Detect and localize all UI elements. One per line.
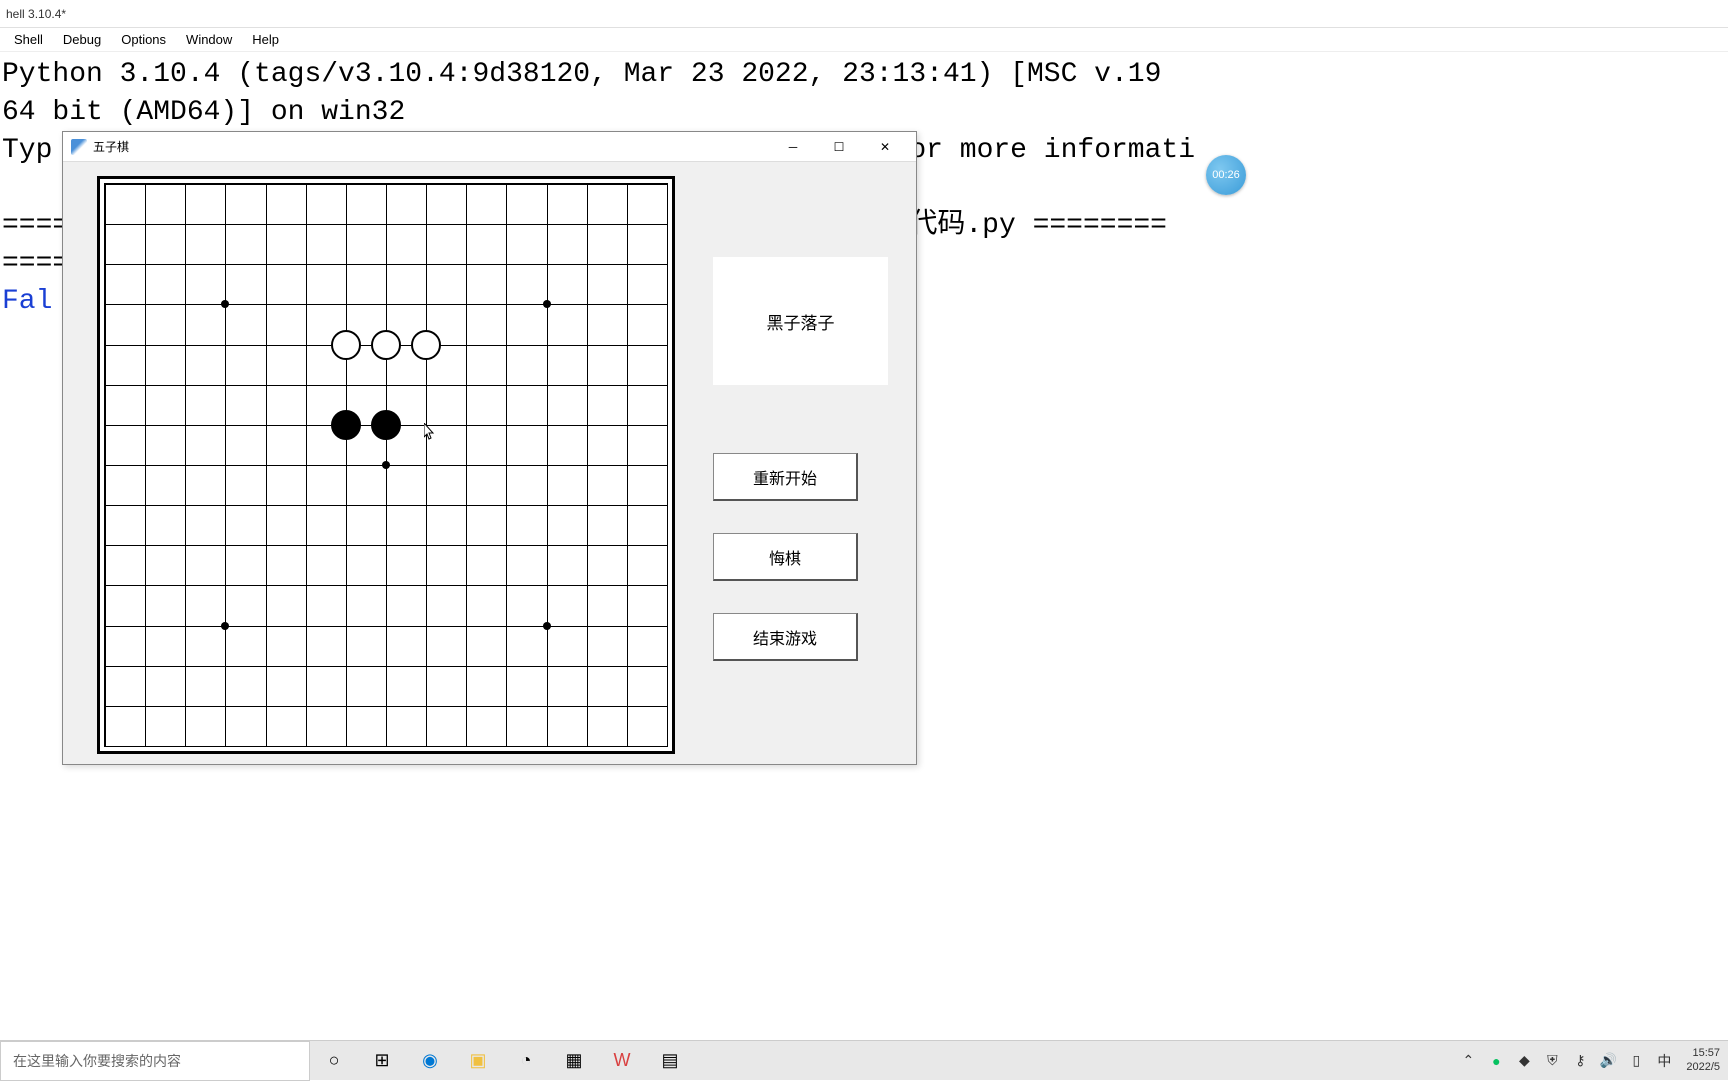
close-button[interactable]: ✕ [862, 132, 908, 162]
end-game-button[interactable]: 结束游戏 [713, 613, 858, 661]
game-body: 黑子落子 重新开始 悔棋 结束游戏 [63, 162, 916, 764]
menu-debug[interactable]: Debug [53, 32, 111, 47]
grid-line-h [105, 626, 667, 627]
menu-help[interactable]: Help [242, 32, 289, 47]
idle-line7: Fal [2, 286, 52, 317]
wps-icon[interactable]: W [598, 1041, 646, 1081]
turn-status-text: 黑子落子 [767, 309, 835, 334]
turn-status-box: 黑子落子 [713, 257, 888, 385]
cortana-icon[interactable]: ○ [310, 1041, 358, 1081]
taskbar-search-input[interactable]: 在这里输入你要搜索的内容 [0, 1041, 310, 1081]
tray-volume-icon[interactable]: 🔊 [1597, 1050, 1619, 1072]
idle-line3a: Typ [2, 135, 52, 166]
menu-shell[interactable]: Shell [4, 32, 53, 47]
window-controls: ─ ☐ ✕ [770, 132, 908, 162]
timer-badge: 00:26 [1206, 155, 1246, 195]
grid-line-h [105, 706, 667, 707]
grid-line-h [105, 746, 667, 747]
game-titlebar[interactable]: 五子棋 ─ ☐ ✕ [63, 132, 916, 162]
timer-text: 00:26 [1212, 169, 1240, 181]
grid-line-v [587, 184, 588, 746]
tray-wechat-icon[interactable]: ● [1485, 1050, 1507, 1072]
side-panel: 黑子落子 重新开始 悔棋 结束游戏 [713, 257, 888, 693]
task-view-icon[interactable]: ⊞ [358, 1041, 406, 1081]
star-point [382, 461, 390, 469]
grid-line-v [627, 184, 628, 746]
grid-line-h [105, 585, 667, 586]
tray-ime-icon[interactable]: 中 [1653, 1050, 1675, 1072]
grid-line-h [105, 505, 667, 506]
idle-titlebar: hell 3.10.4* [0, 0, 1728, 28]
tk-feather-icon [71, 139, 87, 155]
grid-line-v [547, 184, 548, 746]
black-stone [331, 410, 361, 440]
star-point [543, 622, 551, 630]
white-stone [411, 330, 441, 360]
black-stone [371, 410, 401, 440]
edge-icon[interactable]: ◉ [406, 1041, 454, 1081]
tray-clock[interactable]: 15:57 2022/5 [1686, 1047, 1720, 1073]
grid-line-v [426, 184, 427, 746]
idle-line6: ==== [2, 248, 69, 279]
tray-date: 2022/5 [1686, 1061, 1720, 1074]
star-point [221, 300, 229, 308]
search-placeholder: 在这里输入你要搜索的内容 [13, 1051, 181, 1071]
restart-button[interactable]: 重新开始 [713, 453, 858, 501]
taskbar: 在这里输入你要搜索的内容 ○ ⊞ ◉ ▣ ◔ ▦ W ▤ ⌃ ● ◆ ⛨ ⚷ 🔊… [0, 1040, 1728, 1080]
idle-line1: Python 3.10.4 (tags/v3.10.4:9d38120, Mar… [2, 59, 1161, 90]
minimize-button[interactable]: ─ [770, 132, 816, 162]
system-tray: ⌃ ● ◆ ⛨ ⚷ 🔊 ▯ 中 15:57 2022/5 [1454, 1047, 1728, 1073]
chrome-icon[interactable]: ◔ [502, 1041, 550, 1081]
star-point [543, 300, 551, 308]
tray-app-icon[interactable]: ◆ [1513, 1050, 1535, 1072]
gomoku-window: 五子棋 ─ ☐ ✕ 黑子落子 重新开始 悔棋 结束游戏 [62, 131, 917, 765]
idle-title-text: hell 3.10.4* [6, 7, 66, 21]
grid-line-v [506, 184, 507, 746]
grid-line-v [466, 184, 467, 746]
go-board[interactable] [97, 176, 675, 754]
app-icon-1[interactable]: ▦ [550, 1041, 598, 1081]
tray-wifi-icon[interactable]: ⚷ [1569, 1050, 1591, 1072]
undo-button[interactable]: 悔棋 [713, 533, 858, 581]
task-icons: ○ ⊞ ◉ ▣ ◔ ▦ W ▤ [310, 1041, 694, 1080]
file-explorer-icon[interactable]: ▣ [454, 1041, 502, 1081]
idle-line2: 64 bit (AMD64)] on win32 [2, 97, 405, 128]
white-stone [371, 330, 401, 360]
menu-options[interactable]: Options [111, 32, 176, 47]
tray-battery-icon[interactable]: ▯ [1625, 1050, 1647, 1072]
grid-line-h [105, 545, 667, 546]
star-point [221, 622, 229, 630]
idle-menubar: Shell Debug Options Window Help [0, 28, 1728, 52]
maximize-button[interactable]: ☐ [816, 132, 862, 162]
grid-line-h [105, 666, 667, 667]
grid-line-v [667, 184, 668, 746]
idle-line5a: ==== [2, 210, 69, 241]
tray-chevron-icon[interactable]: ⌃ [1457, 1050, 1479, 1072]
menu-window[interactable]: Window [176, 32, 242, 47]
app-icon-2[interactable]: ▤ [646, 1041, 694, 1081]
white-stone [331, 330, 361, 360]
tray-shield-icon[interactable]: ⛨ [1541, 1050, 1563, 1072]
tray-time: 15:57 [1686, 1047, 1720, 1060]
game-window-title: 五子棋 [93, 138, 770, 155]
